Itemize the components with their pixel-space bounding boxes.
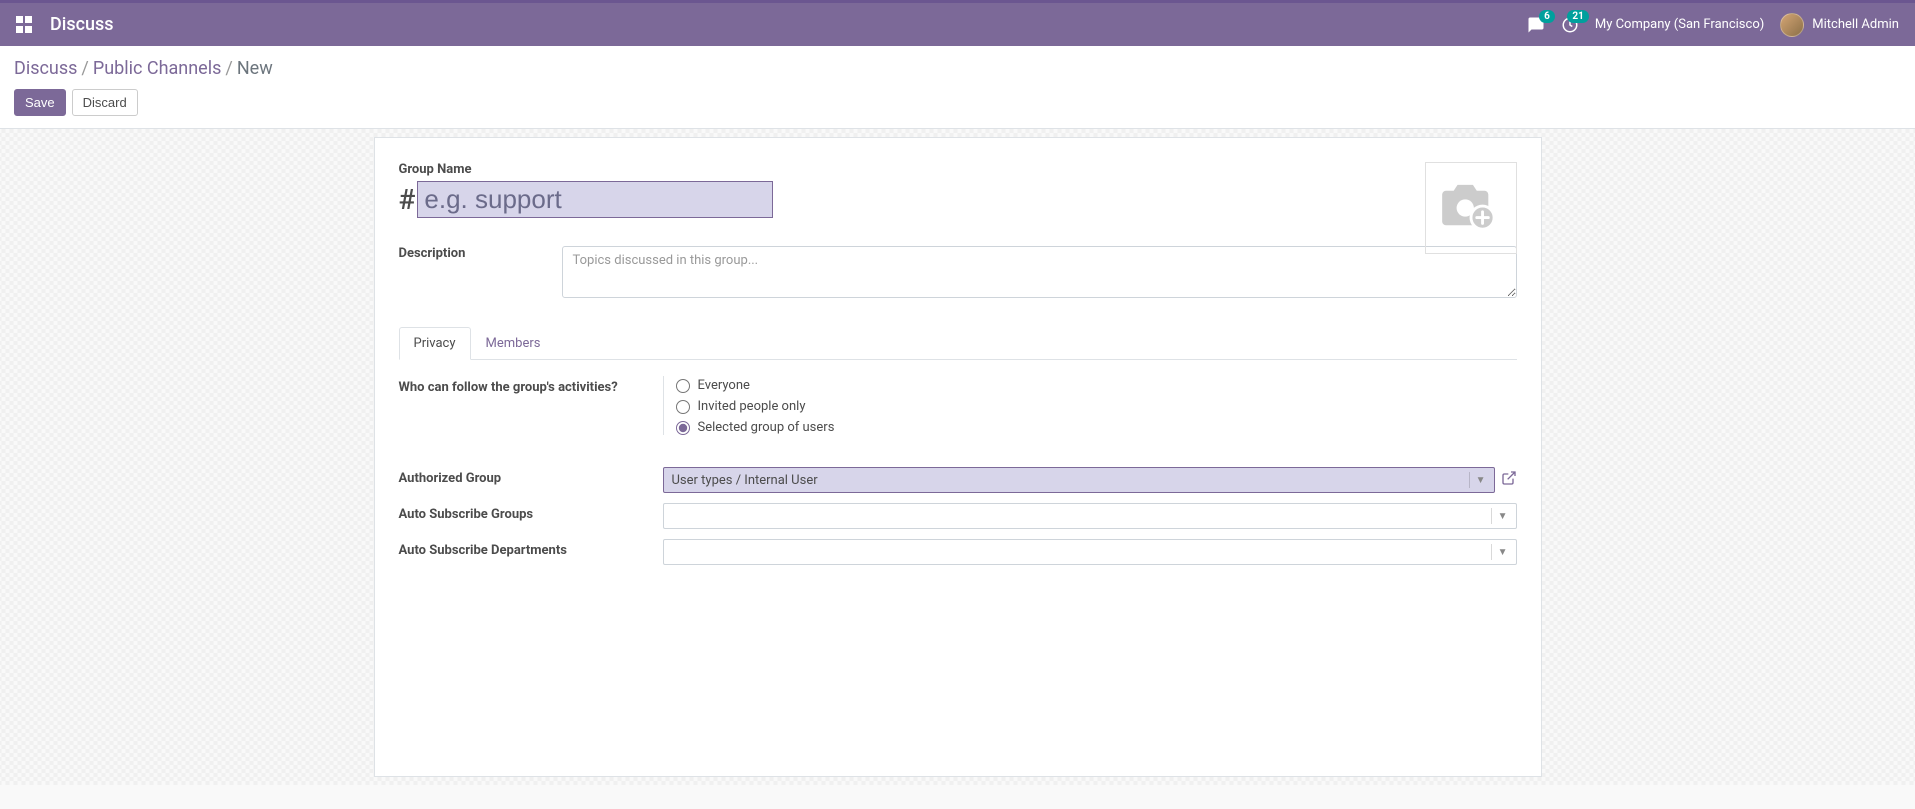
discard-button[interactable]: Discard xyxy=(72,89,138,116)
tabs: Privacy Members xyxy=(399,326,1517,360)
breadcrumb-separator: / xyxy=(81,58,88,79)
form-sheet: Group Name # Description Privacy Members… xyxy=(374,137,1542,777)
user-menu[interactable]: Mitchell Admin xyxy=(1780,13,1899,37)
radio-invited-input[interactable] xyxy=(676,400,690,414)
external-link-icon[interactable] xyxy=(1501,470,1517,490)
app-title[interactable]: Discuss xyxy=(50,14,114,35)
apps-icon[interactable] xyxy=(16,16,34,34)
auto-subscribe-depts-select[interactable]: ▼ xyxy=(663,539,1517,565)
authorized-group-value: User types / Internal User xyxy=(672,473,818,488)
messages-icon[interactable]: 6 xyxy=(1527,16,1545,34)
message-count-badge: 6 xyxy=(1539,10,1555,23)
auto-subscribe-groups-label: Auto Subscribe Groups xyxy=(399,503,663,522)
breadcrumb: Discuss / Public Channels / New xyxy=(14,58,1901,79)
radio-invited-label: Invited people only xyxy=(698,399,806,414)
page-header: Discuss / Public Channels / New Save Dis… xyxy=(0,46,1915,129)
chevron-down-icon: ▼ xyxy=(1469,472,1486,488)
description-input[interactable] xyxy=(562,246,1517,298)
main-header: Discuss 6 21 My Company (San Francisco) … xyxy=(0,0,1915,46)
tab-privacy[interactable]: Privacy xyxy=(399,327,471,360)
radio-everyone-label: Everyone xyxy=(698,378,750,393)
auto-subscribe-depts-label: Auto Subscribe Departments xyxy=(399,539,663,558)
radio-invited[interactable]: Invited people only xyxy=(676,399,1517,414)
breadcrumb-separator: / xyxy=(225,58,232,79)
radio-everyone[interactable]: Everyone xyxy=(676,378,1517,393)
who-can-follow-label: Who can follow the group's activities? xyxy=(399,376,663,395)
activity-count-badge: 21 xyxy=(1567,10,1588,23)
avatar xyxy=(1780,13,1804,37)
company-selector[interactable]: My Company (San Francisco) xyxy=(1595,17,1764,32)
authorized-group-select[interactable]: User types / Internal User ▼ xyxy=(663,467,1495,493)
group-name-input[interactable] xyxy=(417,181,773,218)
breadcrumb-public-channels[interactable]: Public Channels xyxy=(93,58,222,79)
radio-selected-input[interactable] xyxy=(676,421,690,435)
radio-selected[interactable]: Selected group of users xyxy=(676,420,1517,435)
breadcrumb-discuss[interactable]: Discuss xyxy=(14,58,77,79)
who-radio-group: Everyone Invited people only Selected gr… xyxy=(663,376,1517,435)
radio-selected-label: Selected group of users xyxy=(698,420,835,435)
group-name-label: Group Name xyxy=(399,162,1517,177)
activities-icon[interactable]: 21 xyxy=(1561,16,1579,34)
auto-subscribe-groups-select[interactable]: ▼ xyxy=(663,503,1517,529)
tab-members[interactable]: Members xyxy=(471,327,556,360)
content-area: Group Name # Description Privacy Members… xyxy=(0,129,1915,785)
image-upload[interactable] xyxy=(1425,162,1517,254)
save-button[interactable]: Save xyxy=(14,89,66,116)
user-name: Mitchell Admin xyxy=(1812,17,1899,32)
hash-prefix: # xyxy=(399,183,416,216)
radio-everyone-input[interactable] xyxy=(676,379,690,393)
chevron-down-icon: ▼ xyxy=(1491,544,1508,560)
description-label: Description xyxy=(399,246,562,294)
authorized-group-label: Authorized Group xyxy=(399,467,663,486)
breadcrumb-current: New xyxy=(237,58,273,79)
chevron-down-icon: ▼ xyxy=(1491,508,1508,524)
